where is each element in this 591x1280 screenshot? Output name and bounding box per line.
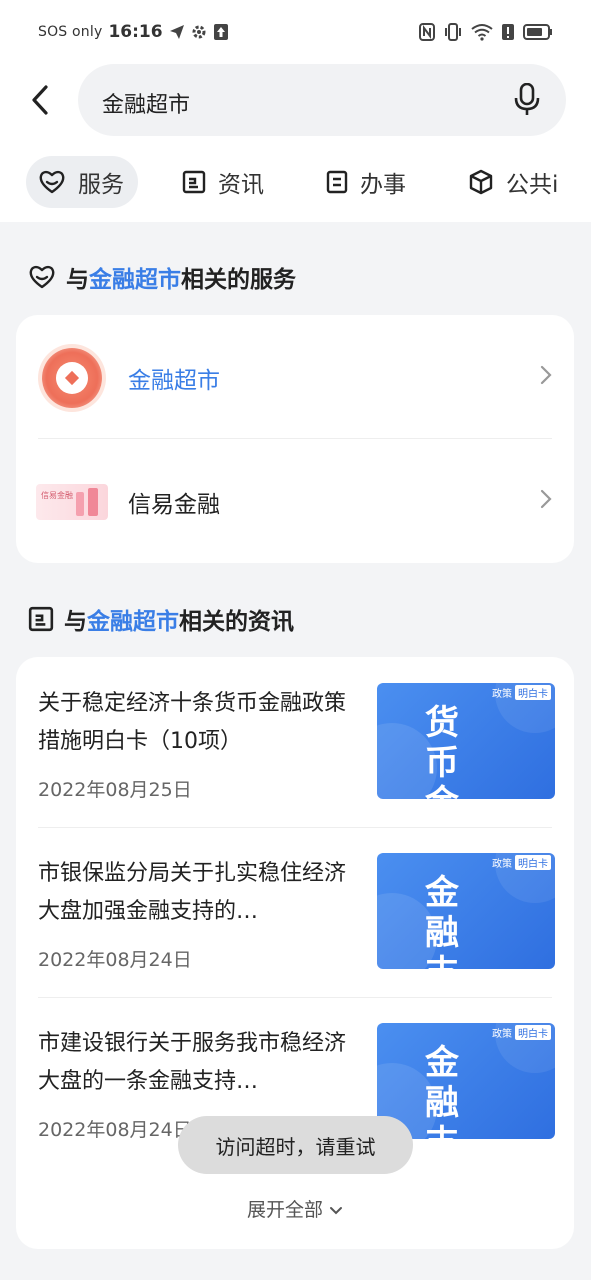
- gear-icon: [191, 24, 207, 40]
- heart-icon: [38, 169, 66, 195]
- document-icon: [326, 170, 348, 194]
- vibrate-icon: [443, 23, 463, 45]
- news-item[interactable]: 市银保监分局关于扎实稳住经济大盘加强金融支持的… 2022年08月24日 政策明…: [16, 827, 574, 997]
- xinyi-finance-logo: 信易金融: [36, 484, 108, 520]
- services-card: 金融超市 信易金融 信易金融: [16, 315, 574, 563]
- timeout-toast: 访问超时，请重试: [178, 1116, 413, 1174]
- thumbnail-tag: 政策 明白卡: [489, 685, 551, 700]
- news-icon: [182, 170, 206, 194]
- news-date: 2022年08月24日: [38, 1119, 192, 1141]
- news-title: 关于稳定经济十条货币金融政策措施明白卡（10项）: [38, 691, 347, 754]
- thumbnail-text: 金融支持: [425, 1043, 469, 1139]
- expand-all-button[interactable]: 展开全部: [16, 1195, 574, 1222]
- thumbnail-tag: 政策 明白卡: [489, 855, 551, 870]
- news-date: 2022年08月24日: [38, 949, 192, 971]
- finance-market-logo: [42, 348, 102, 408]
- nfc-icon: [419, 23, 435, 45]
- back-button[interactable]: [22, 80, 58, 120]
- microphone-icon[interactable]: [514, 82, 540, 121]
- highlight-keyword: 金融超市: [87, 609, 179, 635]
- news-icon: [28, 606, 54, 632]
- services-section-title: 与金融超市 相关的服务: [28, 260, 296, 294]
- news-thumbnail: 政策明白卡 货币金融: [377, 683, 555, 799]
- status-bar: SOS only 16:16: [0, 18, 591, 48]
- service-name: 信易金融: [128, 492, 220, 518]
- tab-label: 服务: [78, 172, 124, 198]
- tab-services[interactable]: 服务: [26, 156, 138, 208]
- service-item[interactable]: 信易金融 信易金融: [16, 439, 574, 563]
- chevron-right-icon: [540, 489, 552, 513]
- tab-public[interactable]: 公共i: [468, 156, 558, 208]
- news-title: 市银保监分局关于扎实稳住经济大盘加强金融支持的…: [38, 861, 347, 924]
- cube-icon: [468, 169, 494, 195]
- expand-label: 展开全部: [246, 1199, 323, 1221]
- tab-label: 公共i: [506, 172, 559, 198]
- search-query: 金融超市: [102, 93, 191, 118]
- thumbnail-text: 金融支持: [425, 873, 469, 969]
- battery-icon: [523, 23, 553, 45]
- chevron-right-icon: [540, 365, 552, 389]
- clock: 16:16: [108, 22, 163, 42]
- carrier-label: SOS only: [38, 24, 103, 40]
- search-input[interactable]: 金融超市: [78, 64, 566, 136]
- tab-news[interactable]: 资讯: [182, 156, 264, 208]
- service-item[interactable]: 金融超市: [16, 315, 574, 439]
- highlight-keyword: 金融超市: [89, 267, 181, 293]
- news-thumbnail: 政策明白卡 金融支持: [377, 1023, 555, 1139]
- send-icon: [169, 24, 185, 40]
- thumbnail-tag: 政策 明白卡: [489, 1025, 551, 1040]
- wifi-icon: [471, 23, 493, 45]
- category-tabs: 服务 资讯 办事 公共i: [26, 156, 566, 208]
- news-section-title: 与金融超市 相关的资讯: [28, 602, 294, 636]
- upload-icon: [213, 23, 229, 41]
- news-date: 2022年08月25日: [38, 779, 192, 801]
- alert-icon: [501, 23, 515, 45]
- heart-icon: [28, 264, 56, 290]
- tab-label: 资讯: [218, 172, 264, 198]
- news-item[interactable]: 关于稳定经济十条货币金融政策措施明白卡（10项） 2022年08月25日 政策明…: [16, 657, 574, 827]
- news-title: 市建设银行关于服务我市稳经济大盘的一条金融支持…: [38, 1031, 347, 1094]
- news-thumbnail: 政策明白卡 金融支持: [377, 853, 555, 969]
- chevron-left-icon: [32, 85, 48, 115]
- tab-affairs[interactable]: 办事: [326, 156, 406, 208]
- tab-label: 办事: [360, 172, 406, 198]
- service-name: 金融超市: [128, 368, 220, 394]
- thumbnail-text: 货币金融: [425, 703, 469, 799]
- chevron-down-icon: [329, 1199, 343, 1221]
